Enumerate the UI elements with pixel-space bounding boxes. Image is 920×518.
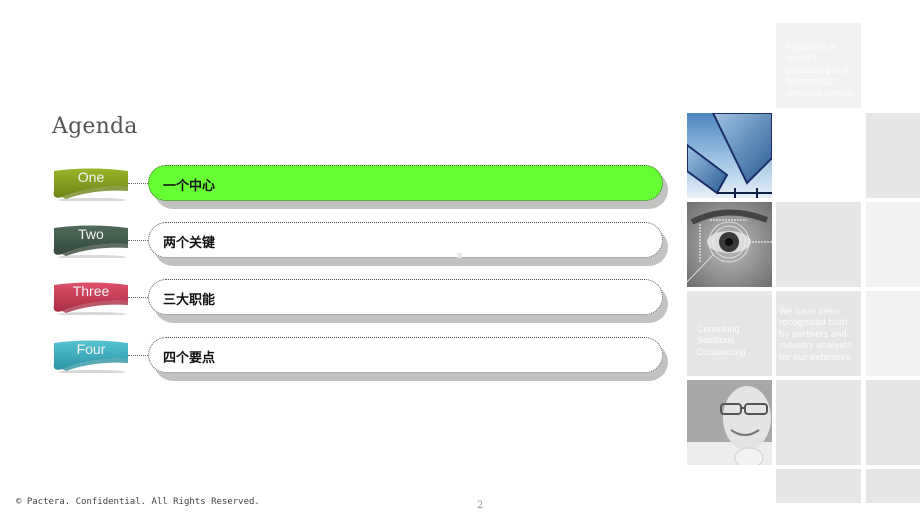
agenda-item[interactable]: Four 四个要点 [0,337,680,381]
ribbon-badge: One [52,167,128,201]
agenda-item-label: 四个要点 [163,351,216,366]
tile-blank [776,202,861,287]
dotted-connector [128,355,148,356]
dotted-connector [128,183,148,184]
tile-blank [866,469,920,503]
ribbon-badge: Two [52,224,128,258]
tile-trusted-text: Pactera is a trusted consulting and tech… [786,42,856,99]
agenda-pill[interactable]: 四个要点 [148,337,663,373]
eye-scan-photo [687,202,772,287]
agenda-item[interactable]: Three 三大职能 [0,279,680,323]
agenda-item[interactable]: One 一个中心 [0,165,680,209]
tile-trusted: Pactera is a trusted consulting and tech… [776,23,861,108]
agenda-item-label: 一个中心 [163,179,216,194]
agenda-pill[interactable]: 一个中心 [148,165,663,201]
tile-blank [866,291,920,376]
smiling-man-photo [687,380,772,465]
tile-services: Consulting Solutions Outsourcing [687,291,772,376]
tile-blank [866,202,920,287]
agenda-item-label: 两个关键 [163,236,216,251]
agenda-item-label: 三大职能 [163,293,216,308]
solar-panels-photo [687,113,772,198]
agenda-pill[interactable]: 三大职能 [148,279,663,315]
agenda-pill[interactable]: 两个关键 [148,222,663,258]
tile-blank [776,469,861,503]
tile-recognized-text: We have been recognized both by partners… [779,306,852,363]
tile-recognized: We have been recognized both by partners… [776,291,861,376]
decorative-dot [457,253,462,258]
ribbon-label: Four [76,341,106,357]
dotted-connector [128,240,148,241]
tile-blank [866,380,920,465]
page-number: 2 [477,500,484,511]
ribbon-label: Two [78,226,104,242]
ribbon-label: One [77,169,105,185]
agenda-item[interactable]: Two 两个关键 [0,222,680,266]
page-title: Agenda [52,114,138,139]
ribbon-badge: Four [52,339,128,373]
tile-blank [776,380,861,465]
copyright-notice: © Pactera. Confidential. All Rights Rese… [16,497,260,507]
dotted-connector [128,297,148,298]
ribbon-badge: Three [52,281,128,315]
tile-services-text: Consulting Solutions Outsourcing [697,323,746,357]
ribbon-label: Three [72,283,110,299]
tile-blank [866,113,920,198]
